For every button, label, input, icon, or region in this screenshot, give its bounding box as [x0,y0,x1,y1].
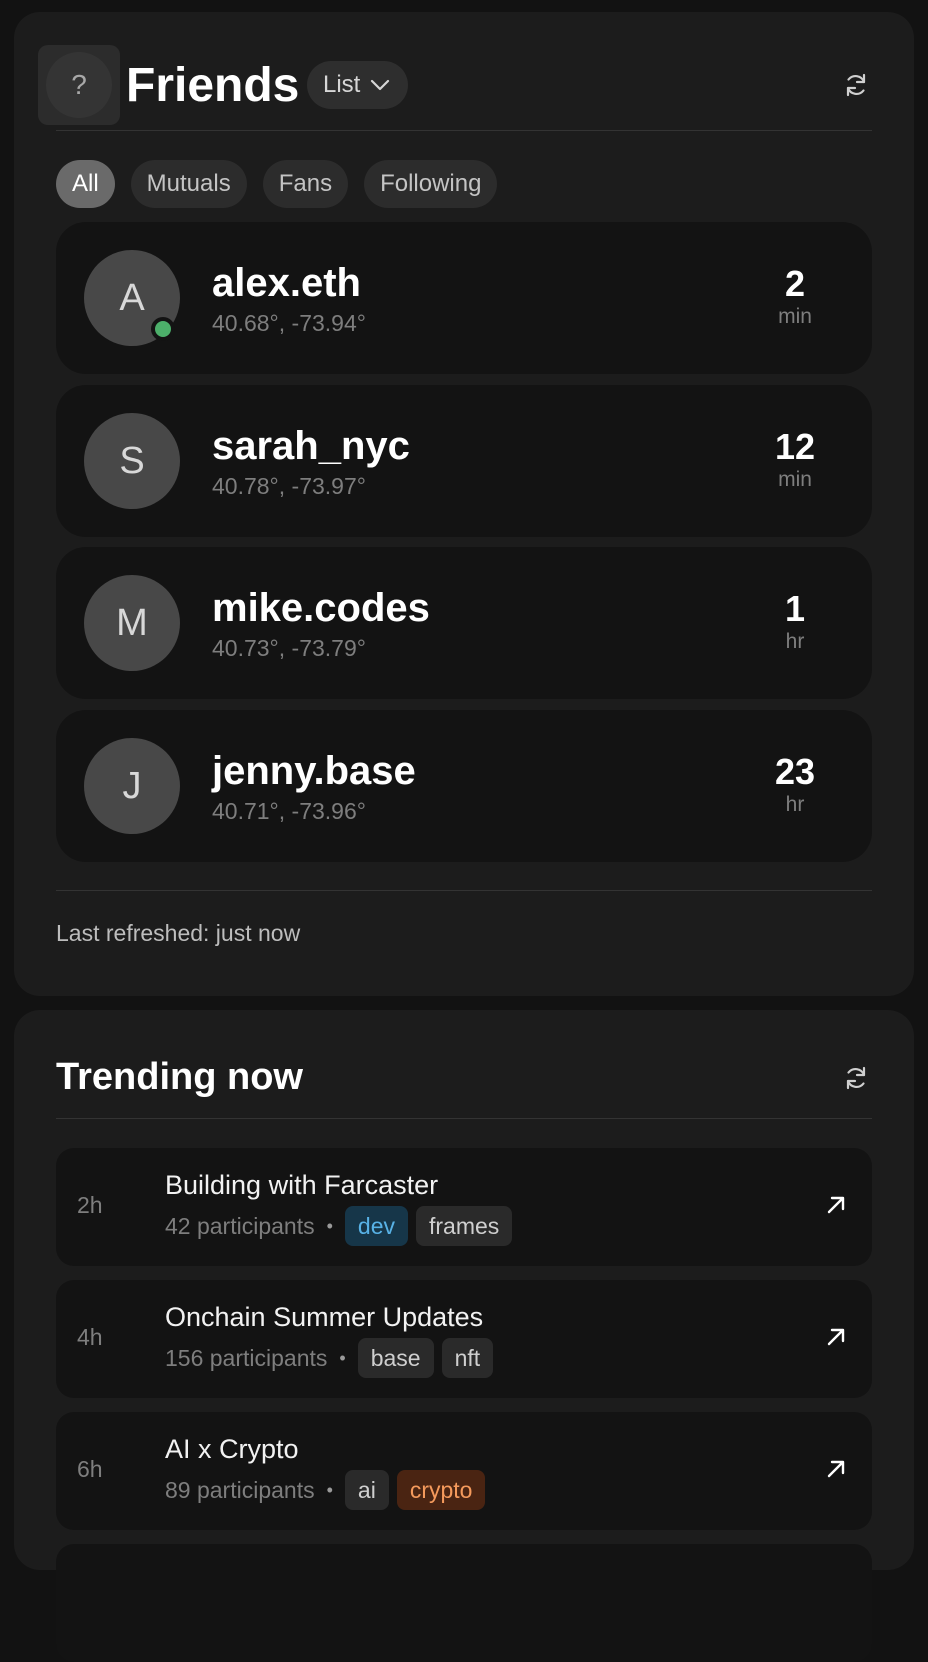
trending-meta: 156 participants • base nft [165,1338,494,1378]
separator-dot: • [326,1215,333,1236]
last-refreshed-text: Last refreshed: just now [56,920,301,946]
header-divider [56,130,872,131]
trending-divider [56,1118,872,1119]
friends-title: Friends [126,59,300,112]
last-seen-unit: min [778,468,812,491]
friend-name: alex.eth [212,261,361,305]
trending-topic-title: Onchain Summer Updates [165,1302,484,1332]
trending-title: Trending now [56,1056,303,1098]
trending-item[interactable] [56,1544,872,1662]
filter-following[interactable]: Following [364,160,498,208]
separator-dot: • [339,1347,346,1368]
trending-age: 2h [77,1192,103,1218]
participant-count: 89 participants [165,1476,315,1503]
filter-all[interactable]: All [56,160,115,208]
avatar: M [84,575,180,671]
filter-mutuals[interactable]: Mutuals [130,160,247,208]
last-seen-value: 12 [774,426,816,467]
trending-topic-title: AI x Crypto [165,1434,299,1464]
filter-fans[interactable]: Fans [262,160,349,208]
arrow-up-right-icon[interactable] [824,1325,848,1349]
footer-divider [56,890,872,891]
avatar: J [84,738,180,834]
friend-row[interactable]: A alex.eth 40.68°, -73.94° 2 min [56,222,872,374]
friend-row[interactable]: J jenny.base 40.71°, -73.96° 23 hr [56,710,872,862]
trending-meta: 89 participants • ai crypto [165,1470,486,1510]
friends-card: ? Friends List All Mutuals Fans Followin… [14,12,914,996]
friend-coordinates: 40.73°, -73.79° [212,635,366,661]
friend-last-seen: 1 hr [760,589,830,655]
trending-age: 6h [77,1456,103,1482]
arrow-up-right-icon[interactable] [824,1457,848,1481]
participant-count: 156 participants [165,1344,328,1371]
topic-tag[interactable]: crypto [396,1470,486,1510]
topic-tag[interactable]: base [357,1338,434,1378]
trending-age: 4h [77,1324,103,1350]
topic-tag[interactable]: nft [441,1338,494,1378]
friend-coordinates: 40.68°, -73.94° [212,310,366,336]
trending-card: Trending now 2h Building with Farcaster … [14,1010,914,1662]
friend-row[interactable]: M mike.codes 40.73°, -73.79° 1 hr [56,547,872,699]
trending-item[interactable]: 6h AI x Crypto 89 participants • ai cryp… [56,1412,872,1530]
friend-row[interactable]: S sarah_nyc 40.78°, -73.97° 12 min [56,385,872,537]
view-selector[interactable]: List [307,61,409,109]
refresh-icon[interactable] [842,1064,870,1092]
trending-topic-title: Building with Farcaster [165,1170,439,1200]
view-selector-label: List [323,71,361,98]
topic-tag[interactable]: frames [416,1206,513,1246]
help-button[interactable]: ? [38,45,120,125]
last-seen-value: 2 [784,263,806,304]
filter-tabs: All Mutuals Fans Following [56,160,498,208]
online-status-dot [151,317,175,341]
friend-coordinates: 40.71°, -73.96° [212,798,366,824]
chevron-down-icon [371,79,390,91]
friend-last-seen: 12 min [760,427,830,493]
last-seen-unit: hr [785,793,805,816]
friend-last-seen: 23 hr [760,752,830,818]
topic-tag[interactable]: ai [344,1470,389,1510]
last-seen-value: 23 [774,751,816,792]
separator-dot: • [326,1479,333,1500]
friend-name: sarah_nyc [212,424,410,468]
avatar: S [84,413,180,509]
last-seen-unit: hr [785,630,805,653]
friend-last-seen: 2 min [760,264,830,330]
trending-item[interactable]: 4h Onchain Summer Updates 156 participan… [56,1280,872,1398]
friend-name: jenny.base [212,749,416,793]
question-mark-icon: ? [46,52,112,118]
participant-count: 42 participants [165,1212,315,1239]
trending-item[interactable]: 2h Building with Farcaster 42 participan… [56,1148,872,1266]
trending-meta: 42 participants • dev frames [165,1206,513,1246]
topic-tag[interactable]: dev [344,1206,408,1246]
last-seen-value: 1 [784,588,806,629]
friend-name: mike.codes [212,586,430,630]
refresh-icon[interactable] [842,71,870,99]
arrow-up-right-icon[interactable] [824,1193,848,1217]
last-seen-unit: min [778,305,812,328]
friend-coordinates: 40.78°, -73.97° [212,473,366,499]
